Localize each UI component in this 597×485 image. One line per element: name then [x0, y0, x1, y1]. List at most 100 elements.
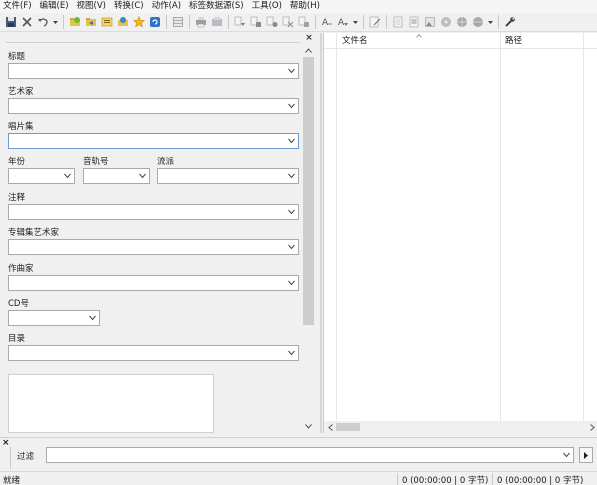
chevron-down-icon[interactable]: [288, 244, 295, 250]
close-icon[interactable]: ×: [304, 33, 314, 43]
menu-convert[interactable]: 转换(C): [110, 0, 148, 13]
disc-number-label: CD号: [8, 299, 29, 309]
case-dropdown-icon[interactable]: A: [335, 14, 351, 30]
chevron-down-icon[interactable]: [288, 350, 295, 356]
column-filename[interactable]: 文件名: [338, 33, 368, 49]
chevron-down-icon[interactable]: [288, 103, 295, 109]
album-artist-combobox[interactable]: [8, 239, 299, 255]
toolbar-separator: [166, 15, 167, 29]
doc-icon[interactable]: [390, 14, 406, 30]
list-icon[interactable]: [406, 14, 422, 30]
comment-combobox[interactable]: [8, 204, 299, 220]
web-folder-icon[interactable]: [115, 14, 131, 30]
chevron-down-icon[interactable]: [288, 173, 295, 179]
column-divider[interactable]: [500, 33, 501, 421]
status-bar: 就绪 0 (00:00:00 | 0 字节) 0 (00:00:00 | 0 字…: [0, 471, 597, 485]
directory-combobox[interactable]: [8, 345, 299, 361]
text-file-icon[interactable]: [280, 14, 296, 30]
chevron-down-icon[interactable]: [288, 138, 295, 144]
undo-icon[interactable]: [35, 14, 51, 30]
delete-icon[interactable]: [19, 14, 35, 30]
export-icon[interactable]: [209, 14, 225, 30]
tag-sources-icon[interactable]: [296, 14, 312, 30]
browse-folder-icon[interactable]: [83, 14, 99, 30]
disc-number-combobox[interactable]: [8, 310, 100, 326]
edit-doc-icon[interactable]: [367, 14, 383, 30]
tag-to-filename-icon[interactable]: [232, 14, 248, 30]
dropdown-arrow-icon[interactable]: [351, 14, 360, 30]
file-list[interactable]: 文件名 路径: [323, 33, 597, 433]
case-conversion-icon[interactable]: A: [319, 14, 335, 30]
open-folder-icon[interactable]: [67, 14, 83, 30]
menu-tag-sources[interactable]: 标签数据源(S): [185, 0, 248, 13]
filter-label: 过滤: [17, 452, 35, 462]
menu-help[interactable]: 帮助(H): [286, 0, 324, 13]
disc-icon[interactable]: [438, 14, 454, 30]
status-total: 0 (00:00:00 | 0 字节): [497, 476, 584, 485]
globe-icon[interactable]: [454, 14, 470, 30]
column-divider: [583, 33, 584, 421]
dropdown-arrow-icon[interactable]: [51, 14, 60, 30]
chevron-down-icon[interactable]: [89, 315, 96, 321]
chevron-down-icon[interactable]: [64, 173, 71, 179]
scroll-up-icon[interactable]: [301, 43, 316, 57]
save-playlist-icon[interactable]: [99, 14, 115, 30]
column-path[interactable]: 路径: [501, 33, 522, 49]
genre-combobox[interactable]: [157, 168, 299, 184]
composer-combobox[interactable]: [8, 275, 299, 291]
save-icon[interactable]: [3, 14, 19, 30]
favorite-star-icon[interactable]: [131, 14, 147, 30]
chevron-down-icon[interactable]: [563, 452, 570, 458]
image-icon[interactable]: [422, 14, 438, 30]
artist-label: 艺术家: [8, 87, 34, 97]
year-combobox[interactable]: [8, 168, 75, 184]
refresh-icon[interactable]: [147, 14, 163, 30]
filter-apply-button[interactable]: [579, 447, 593, 463]
menu-bar: 文件(F) 编辑(E) 视图(V) 转换(C) 动作(A) 标签数据源(S) 工…: [0, 0, 597, 13]
title-label: 标题: [8, 52, 26, 62]
toolbar: A A: [0, 13, 597, 32]
menu-file[interactable]: 文件(F): [0, 0, 36, 13]
menu-edit[interactable]: 编辑(E): [36, 0, 73, 13]
menu-tools[interactable]: 工具(O): [248, 0, 286, 13]
filename-to-tag-icon[interactable]: [248, 14, 264, 30]
scroll-right-icon[interactable]: [586, 421, 597, 433]
scroll-left-icon[interactable]: [324, 421, 336, 433]
artist-combobox[interactable]: [8, 98, 299, 114]
album-combobox[interactable]: [8, 133, 299, 149]
track-label: 音轨号: [83, 157, 109, 167]
svg-text:A: A: [322, 18, 329, 28]
year-label: 年份: [8, 157, 26, 167]
chevron-down-icon[interactable]: [288, 280, 295, 286]
print-icon[interactable]: [193, 14, 209, 30]
menu-view[interactable]: 视图(V): [73, 0, 110, 13]
scrollbar-thumb[interactable]: [303, 57, 314, 325]
toolbar-separator: [315, 15, 316, 29]
file-list-header: 文件名 路径: [324, 33, 597, 49]
album-artist-label: 专辑集艺术家: [8, 228, 60, 238]
panel-splitter[interactable]: [320, 33, 322, 433]
status-divider: [492, 473, 493, 485]
chevron-down-icon[interactable]: [288, 209, 295, 215]
title-combobox[interactable]: [8, 63, 299, 79]
tag-panel-scrollbar[interactable]: [301, 43, 316, 433]
toolbar-separator: [363, 15, 364, 29]
cover-art-box[interactable]: [8, 374, 214, 433]
menu-actions[interactable]: 动作(A): [148, 0, 185, 13]
settings-wrench-icon[interactable]: [502, 14, 518, 30]
chevron-down-icon[interactable]: [139, 173, 146, 179]
grid-icon[interactable]: [170, 14, 186, 30]
track-combobox[interactable]: [83, 168, 150, 184]
scrollbar-thumb[interactable]: [336, 423, 360, 431]
file-list-hscrollbar[interactable]: [324, 421, 597, 433]
scroll-down-icon[interactable]: [301, 419, 316, 433]
status-selected: 0 (00:00:00 | 0 字节): [402, 476, 489, 485]
chevron-down-icon[interactable]: [288, 68, 295, 74]
globe-dropdown-icon[interactable]: [470, 14, 486, 30]
tag-to-tag-icon[interactable]: [264, 14, 280, 30]
filter-divider: [10, 447, 11, 469]
directory-label: 目录: [8, 334, 26, 344]
dropdown-arrow-icon[interactable]: [486, 14, 495, 30]
filter-input[interactable]: [46, 447, 574, 463]
toolbar-separator: [63, 15, 64, 29]
